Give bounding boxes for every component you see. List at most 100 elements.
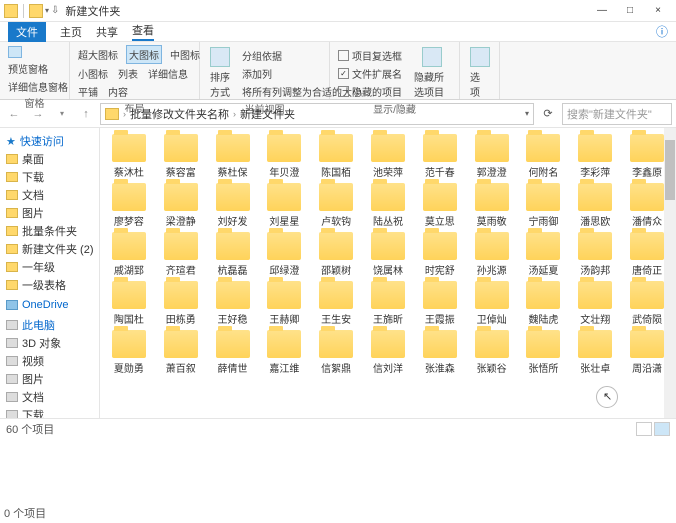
folder-item[interactable]: 张壮卓 <box>570 330 620 375</box>
maximize-button[interactable]: □ <box>616 1 644 21</box>
chk-file-ext[interactable]: 文件扩展名 <box>336 65 404 82</box>
sidebar-item[interactable]: 图片 <box>2 204 97 222</box>
layout-medium[interactable]: 中图标 <box>168 46 202 63</box>
sidebar-item[interactable]: 桌面 <box>2 150 97 168</box>
folder-item[interactable]: 廖梦容 <box>104 183 154 228</box>
close-button[interactable]: × <box>644 1 672 21</box>
folder-item[interactable]: 蔡容富 <box>156 134 206 179</box>
folder-item[interactable]: 池荣萍 <box>363 134 413 179</box>
folder-item[interactable]: 魏陆虎 <box>519 281 569 326</box>
search-input[interactable]: 搜索"新建文件夹" <box>562 103 672 125</box>
sidebar-item[interactable]: 文档 <box>2 388 97 406</box>
folder-item[interactable]: 陈国栢 <box>311 134 361 179</box>
folder-item[interactable]: 邵颖树 <box>311 232 361 277</box>
folder-item[interactable]: 王赫卿 <box>259 281 309 326</box>
folder-item[interactable]: 田栋勇 <box>156 281 206 326</box>
sidebar-item[interactable]: 批量条件夹 <box>2 222 97 240</box>
folder-item[interactable]: 刘星星 <box>259 183 309 228</box>
refresh-button[interactable]: ⟳ <box>538 107 558 120</box>
help-icon[interactable]: ⓘ <box>656 23 668 40</box>
minimize-button[interactable]: — <box>588 1 616 21</box>
folder-item[interactable]: 王旆昕 <box>363 281 413 326</box>
folder-item[interactable]: 齐瑄君 <box>156 232 206 277</box>
preview-pane-button[interactable]: 预览窗格 <box>6 60 63 77</box>
qat-icon[interactable] <box>29 4 43 18</box>
details-pane-button[interactable]: 详细信息窗格 <box>6 78 63 95</box>
sidebar-quick-access[interactable]: ★快速访问 <box>2 132 97 150</box>
qat-overflow[interactable]: ⇩ <box>51 5 59 16</box>
folder-item[interactable]: 戚湖郅 <box>104 232 154 277</box>
layout-list[interactable]: 列表 <box>116 65 140 82</box>
folder-item[interactable]: 孙兆源 <box>467 232 517 277</box>
tab-view[interactable]: 查看 <box>132 22 154 41</box>
sidebar-item[interactable]: 下载 <box>2 406 97 418</box>
back-button[interactable]: ← <box>4 104 24 124</box>
layout-large[interactable]: 大图标 <box>126 45 162 64</box>
folder-item[interactable]: 薛倩世 <box>208 330 258 375</box>
folder-item[interactable]: 信刘洋 <box>363 330 413 375</box>
scrollbar[interactable] <box>664 128 676 418</box>
crumb-1[interactable]: 批量修改文件夹名称 <box>130 106 229 122</box>
folder-item[interactable]: 张淮森 <box>415 330 465 375</box>
folder-item[interactable]: 蔡沐杜 <box>104 134 154 179</box>
forward-button[interactable]: → <box>28 104 48 124</box>
content-area[interactable]: 蔡沐杜蔡容富蔡杜保年贝澄陈国栢池荣萍范千春郭澄澄何附名李彩萍李鑫原廖梦容梁澄静刘… <box>100 128 676 418</box>
folder-item[interactable]: 王霞振 <box>415 281 465 326</box>
folder-item[interactable]: 李彩萍 <box>570 134 620 179</box>
sort-button[interactable]: 排序方式 <box>206 45 234 101</box>
layout-tiles[interactable]: 平铺 <box>76 83 100 100</box>
folder-item[interactable]: 潘思欧 <box>570 183 620 228</box>
sidebar-onedrive[interactable]: OneDrive <box>2 298 97 312</box>
folder-item[interactable]: 宁雨御 <box>519 183 569 228</box>
folder-item[interactable]: 嘉江维 <box>259 330 309 375</box>
scrollbar-thumb[interactable] <box>665 140 675 200</box>
up-button[interactable]: ↑ <box>76 104 96 124</box>
sidebar-item[interactable]: 新建文件夹 (2) <box>2 240 97 258</box>
folder-item[interactable]: 蔡杜保 <box>208 134 258 179</box>
sidebar-item[interactable]: 一年级 <box>2 258 97 276</box>
folder-item[interactable]: 陶国杜 <box>104 281 154 326</box>
recent-dropdown[interactable]: ▾ <box>52 104 72 124</box>
view-details-button[interactable] <box>636 422 652 436</box>
qat-dropdown-icon[interactable]: ▾ <box>45 6 49 15</box>
sidebar-item[interactable]: 文档 <box>2 186 97 204</box>
folder-item[interactable]: 范千春 <box>415 134 465 179</box>
sidebar-this-pc[interactable]: 此电脑 <box>2 316 97 334</box>
folder-item[interactable]: 杭磊磊 <box>208 232 258 277</box>
folder-item[interactable]: 张悟所 <box>519 330 569 375</box>
folder-item[interactable]: 年贝澄 <box>259 134 309 179</box>
folder-item[interactable]: 郭澄澄 <box>467 134 517 179</box>
tab-file[interactable]: 文件 <box>8 22 46 42</box>
sidebar-item[interactable]: 3D 对象 <box>2 334 97 352</box>
sidebar-item[interactable]: 图片 <box>2 370 97 388</box>
folder-item[interactable]: 王好稳 <box>208 281 258 326</box>
sidebar-item[interactable]: 一级表格 <box>2 276 97 294</box>
folder-item[interactable]: 莫立思 <box>415 183 465 228</box>
folder-item[interactable]: 卢软钩 <box>311 183 361 228</box>
hide-selected-button[interactable]: 隐藏所选项目 <box>410 45 453 101</box>
folder-item[interactable]: 刘好发 <box>208 183 258 228</box>
nav-pane-button[interactable] <box>6 45 63 59</box>
tab-share[interactable]: 共享 <box>96 24 118 40</box>
folder-item[interactable]: 信絮鼎 <box>311 330 361 375</box>
layout-details[interactable]: 详细信息 <box>146 65 190 82</box>
address-bar[interactable]: › 批量修改文件夹名称 › 新建文件夹 ▾ <box>100 103 534 125</box>
options-button[interactable]: 选项 <box>466 45 493 101</box>
sidebar-item[interactable]: 下载 <box>2 168 97 186</box>
folder-item[interactable]: 卫倬灿 <box>467 281 517 326</box>
folder-item[interactable]: 王生安 <box>311 281 361 326</box>
folder-item[interactable]: 饶属林 <box>363 232 413 277</box>
chk-hidden-items[interactable]: 隐藏的项目 <box>336 83 404 100</box>
folder-item[interactable]: 何附名 <box>519 134 569 179</box>
tab-home[interactable]: 主页 <box>60 24 82 40</box>
layout-xlarge[interactable]: 超大图标 <box>76 46 120 63</box>
chk-item-checkboxes[interactable]: 项目复选框 <box>336 47 404 64</box>
folder-item[interactable]: 梁澄静 <box>156 183 206 228</box>
folder-item[interactable]: 文壮翔 <box>570 281 620 326</box>
folder-item[interactable]: 张颖谷 <box>467 330 517 375</box>
navigation-pane[interactable]: ★快速访问 桌面下载文档图片批量条件夹新建文件夹 (2)一年级一级表格 OneD… <box>0 128 100 418</box>
folder-item[interactable]: 邱绿澄 <box>259 232 309 277</box>
folder-item[interactable]: 时宪舒 <box>415 232 465 277</box>
folder-item[interactable]: 汤韵邦 <box>570 232 620 277</box>
folder-item[interactable]: 莫雨敬 <box>467 183 517 228</box>
